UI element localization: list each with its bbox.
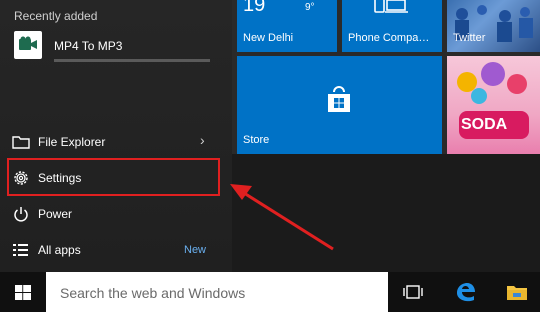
edge-button[interactable] [442,272,488,312]
start-button[interactable] [0,272,46,312]
taskbar [0,272,540,312]
file-explorer-button[interactable] [494,272,540,312]
task-view-button[interactable] [390,272,436,312]
red-arrow-annotation [230,184,334,251]
edge-icon [457,283,475,302]
arrow-shaft [243,191,334,251]
windows-logo-icon [15,285,31,300]
task-view-icon [403,285,423,299]
file-explorer-icon [507,286,527,300]
search-input[interactable] [58,282,372,304]
search-box[interactable] [46,272,388,312]
